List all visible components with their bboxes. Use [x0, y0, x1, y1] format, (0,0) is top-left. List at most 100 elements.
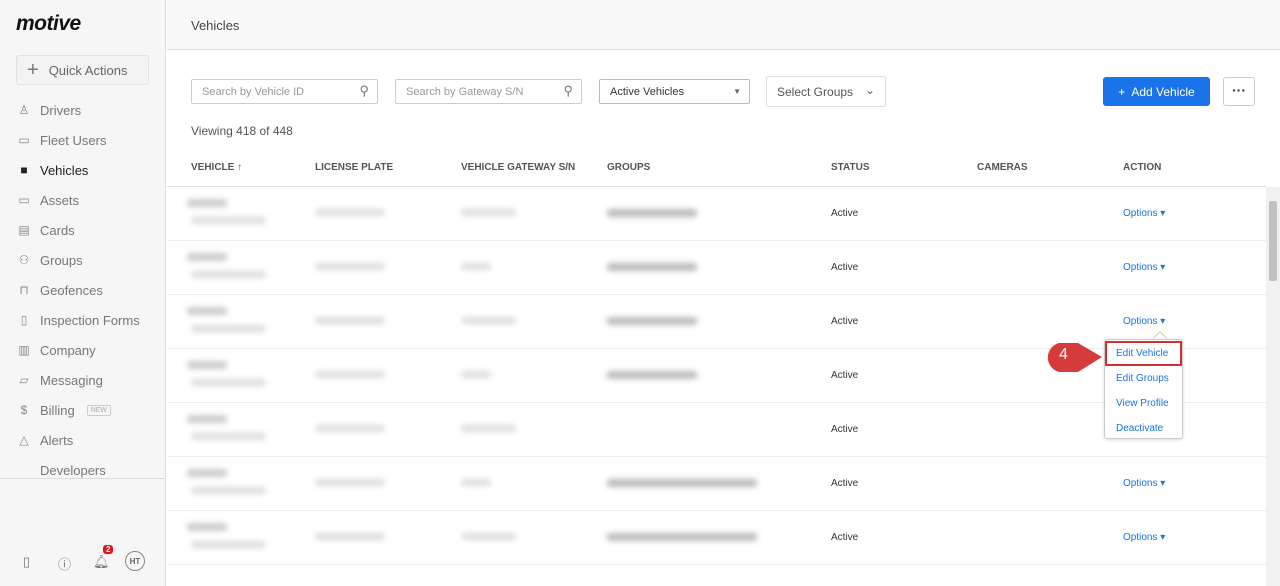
truck-icon: ■ [20, 163, 28, 177]
plus-icon: + [27, 59, 39, 81]
sidebar-item-groups[interactable]: ⚇ Groups [16, 245, 140, 275]
redacted-groups [607, 209, 697, 217]
status-text: Active [831, 262, 859, 273]
redacted-groups [607, 479, 757, 487]
column-header: ACTION [1123, 162, 1162, 173]
options-button[interactable]: Options ▾ [1123, 478, 1165, 489]
table-row: Active Options ▾ [167, 457, 1266, 511]
options-button[interactable]: Options ▾ [1123, 532, 1165, 543]
page-title: Vehicles [167, 0, 1280, 50]
redacted-gateway [461, 533, 516, 540]
redacted-gateway [461, 425, 516, 432]
map-icon[interactable]: ▯ [23, 554, 30, 570]
status-text: Active [831, 478, 859, 489]
groups-label: Select Groups [777, 85, 854, 99]
status-text: Active [831, 424, 859, 435]
status-text: Active [831, 370, 859, 381]
step-callout: 4 [1044, 342, 1102, 373]
sidebar-item-drivers[interactable]: ♙ Drivers [16, 95, 140, 125]
dropdown-arrow-icon: ▼ [733, 87, 741, 96]
step-number: 4 [1059, 346, 1068, 363]
table-row: Active [167, 403, 1266, 457]
menu-item-edit-vehicle[interactable]: Edit Vehicle [1105, 341, 1182, 366]
notification-badge: 2 [103, 545, 114, 554]
sidebar-item-label: Cards [40, 222, 75, 238]
document-icon: ▯ [20, 313, 28, 327]
table-row: Active Options ▾ [167, 241, 1266, 295]
sidebar-item-assets[interactable]: ▭ Assets [16, 185, 140, 215]
sidebar-item-label: Drivers [40, 102, 82, 118]
more-options-button[interactable]: ··· [1223, 77, 1255, 106]
menu-item-edit-groups[interactable]: Edit Groups [1105, 366, 1182, 391]
redacted-plate [315, 263, 385, 270]
sidebar-item-vehicles[interactable]: ■ Vehicles [16, 155, 140, 185]
sidebar-footer: ▯ ⓘ 🔔︎ [0, 478, 166, 586]
redacted-vehicle-sub [191, 379, 266, 386]
add-vehicle-label: Add Vehicle [1131, 84, 1195, 99]
column-header: VEHICLE GATEWAY S/N [461, 162, 576, 173]
sidebar-item-inspection-forms[interactable]: ▯ Inspection Forms [16, 305, 140, 335]
redacted-plate [315, 371, 385, 378]
sidebar-item-label: Alerts [40, 432, 74, 448]
redacted-vehicle [187, 307, 227, 315]
bell-icon[interactable]: 🔔︎ [93, 554, 110, 570]
vehicle-status-select[interactable]: Active Vehicles ▼ [599, 79, 750, 104]
user-icon: ♙ [18, 103, 30, 117]
select-groups-dropdown[interactable]: Select Groups ⌄ [766, 76, 886, 107]
column-header: LICENSE PLATE [315, 162, 394, 173]
options-button[interactable]: Options ▾ [1123, 316, 1165, 327]
options-button[interactable]: Options ▾ [1123, 208, 1165, 219]
redacted-vehicle-sub [191, 271, 266, 278]
chevron-down-icon: ⌄ [864, 83, 875, 97]
add-vehicle-button[interactable]: + Add Vehicle [1103, 77, 1210, 106]
sidebar-item-cards[interactable]: ▤ Cards [16, 215, 140, 245]
sidebar-item-geofences[interactable]: ⊓ Geofences [16, 275, 140, 305]
table-row: Active Options ▾ [167, 511, 1266, 565]
search-icon: ⚲ [359, 83, 369, 98]
redacted-vehicle [187, 469, 227, 477]
geofence-icon: ⊓ [19, 283, 29, 297]
sidebar-item-label: Company [40, 342, 96, 358]
redacted-vehicle-sub [191, 487, 266, 494]
column-header[interactable]: VEHICLE ↑ [191, 162, 242, 173]
menu-item-deactivate[interactable]: Deactivate [1105, 416, 1182, 441]
new-badge: NEW [86, 404, 112, 416]
redacted-vehicle-sub [191, 541, 266, 548]
scrollbar[interactable] [1266, 187, 1280, 586]
redacted-groups [607, 371, 697, 379]
column-header: CAMERAS [977, 162, 1028, 173]
help-icon[interactable]: ⓘ [58, 554, 71, 573]
redacted-vehicle [187, 253, 227, 261]
options-menu: Edit Vehicle Edit Groups View Profile Deact… [1104, 339, 1183, 439]
sidebar-item-company[interactable]: ▥ Company [16, 335, 140, 365]
callout-shape [1047, 343, 1102, 372]
message-icon: ▱ [19, 373, 29, 387]
redacted-plate [315, 425, 385, 432]
sidebar-item-fleet-users[interactable]: ▭ Fleet Users [16, 125, 140, 155]
scrollbar-thumb[interactable] [1269, 201, 1277, 281]
sidebar-item-label: Developers [40, 462, 106, 478]
menu-item-view-profile[interactable]: View Profile [1105, 391, 1182, 416]
billing-icon: $ [20, 403, 28, 417]
redacted-gateway [461, 479, 491, 486]
avatar[interactable]: HT [125, 551, 145, 571]
redacted-gateway [461, 371, 491, 378]
sidebar-item-label: Vehicles [40, 162, 89, 178]
plus-icon: + [1118, 84, 1126, 99]
search-vehicle-input[interactable]: Search by Vehicle ID ⚲ [191, 79, 378, 104]
placeholder: Search by Vehicle ID [202, 86, 305, 98]
table-row: Active Options ▾ [167, 187, 1266, 241]
placeholder: Search by Gateway S/N [406, 86, 524, 98]
redacted-plate [315, 533, 385, 540]
sidebar-item-alerts[interactable]: △ Alerts [16, 425, 140, 455]
sidebar-item-messaging[interactable]: ▱ Messaging [16, 365, 140, 395]
options-button[interactable]: Options ▾ [1123, 262, 1165, 273]
sidebar-item-billing[interactable]: $ Billing NEW [16, 395, 140, 425]
quick-actions-label: Quick Actions [48, 62, 128, 78]
quick-actions-button[interactable]: + Quick Actions [16, 55, 149, 85]
selected-value: Active Vehicles [610, 86, 684, 98]
redacted-vehicle [187, 361, 227, 369]
motive-logo[interactable]: motive [16, 12, 81, 36]
viewing-count: Viewing 418 of 448 [191, 124, 293, 138]
search-gateway-input[interactable]: Search by Gateway S/N ⚲ [395, 79, 582, 104]
